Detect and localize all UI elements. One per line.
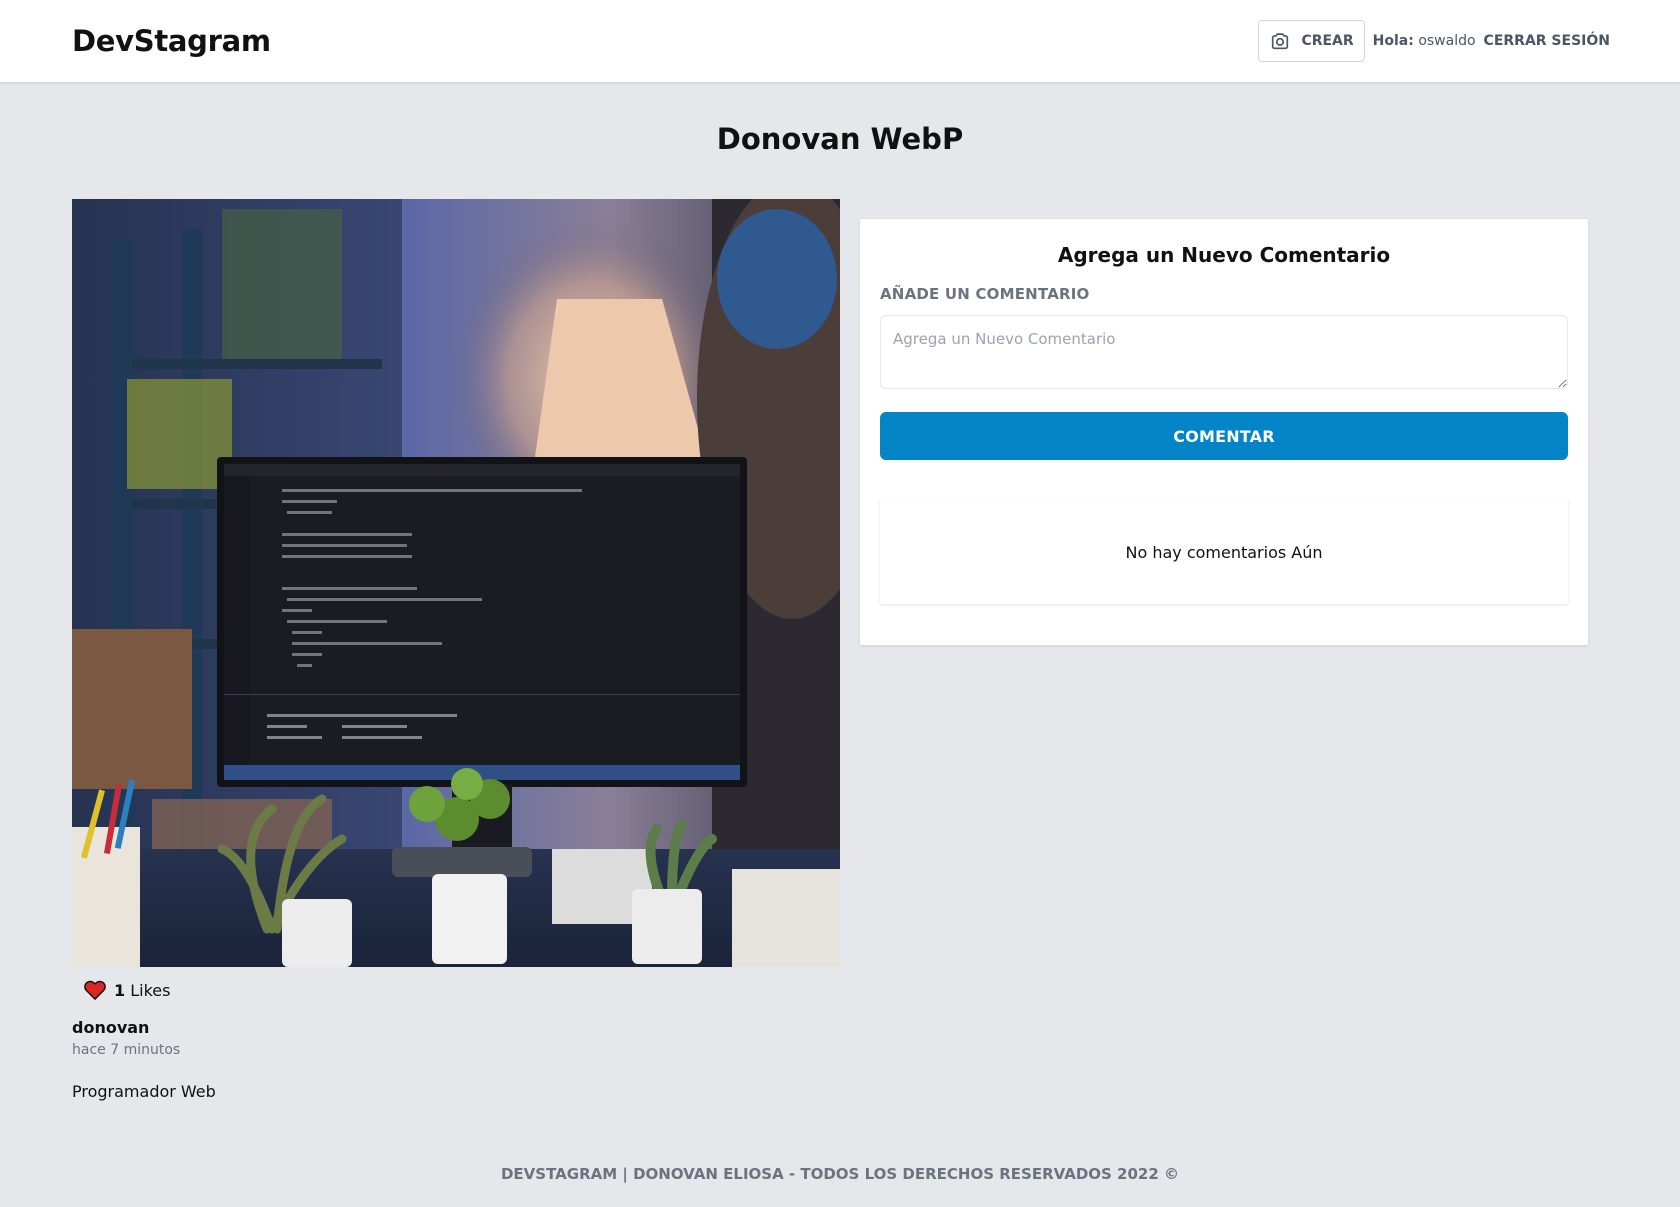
app-logo[interactable]: DevStagram [72, 24, 271, 58]
heart-icon[interactable] [84, 980, 106, 1000]
create-post-button[interactable]: CREAR [1258, 20, 1365, 62]
camera-icon [1272, 33, 1289, 50]
footer-text: DEVSTAGRAM | DONOVAN ELIOSA - TODOS LOS … [500, 1165, 1180, 1183]
no-comments-text: No hay comentarios Aún [1125, 542, 1323, 562]
post-photo-illustration [72, 199, 840, 967]
top-header: DevStagram CREAR Hola: oswaldo CERRAR SE… [0, 0, 1680, 82]
comment-textarea[interactable] [880, 315, 1568, 389]
comment-card-title: Agrega un Nuevo Comentario [1057, 243, 1391, 267]
page-title: Donovan WebP [716, 122, 964, 156]
likes-row: 1 Likes [84, 980, 170, 1000]
comment-field-label: AÑADE UN COMENTARIO [880, 285, 1090, 303]
post-author[interactable]: donovan [72, 1018, 149, 1037]
likes-text: 1 Likes [114, 981, 170, 1000]
submit-comment-button[interactable]: COMENTAR [880, 412, 1568, 460]
username[interactable]: oswaldo [1418, 33, 1475, 49]
comments-list: No hay comentarios Aún [880, 500, 1568, 604]
post-image [72, 199, 840, 967]
logout-button[interactable]: CERRAR SESIÓN [1484, 33, 1610, 49]
post-description: Programador Web [72, 1082, 216, 1101]
user-nav: CREAR Hola: oswaldo CERRAR SESIÓN [1258, 20, 1610, 62]
likes-label: Likes [130, 980, 171, 1000]
likes-count: 1 [114, 980, 126, 1000]
greeting: Hola: oswaldo [1373, 33, 1476, 49]
greeting-label: Hola: [1372, 33, 1414, 49]
post-time: hace 7 minutos [72, 1042, 181, 1058]
create-label: CREAR [1301, 33, 1354, 49]
comment-card: Agrega un Nuevo Comentario AÑADE UN COME… [860, 219, 1588, 645]
